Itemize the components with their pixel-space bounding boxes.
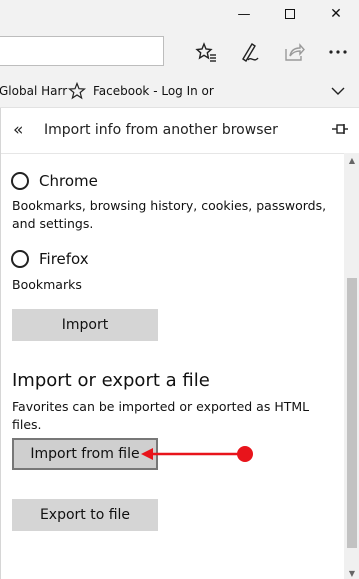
- annotation-arrow: [141, 446, 253, 462]
